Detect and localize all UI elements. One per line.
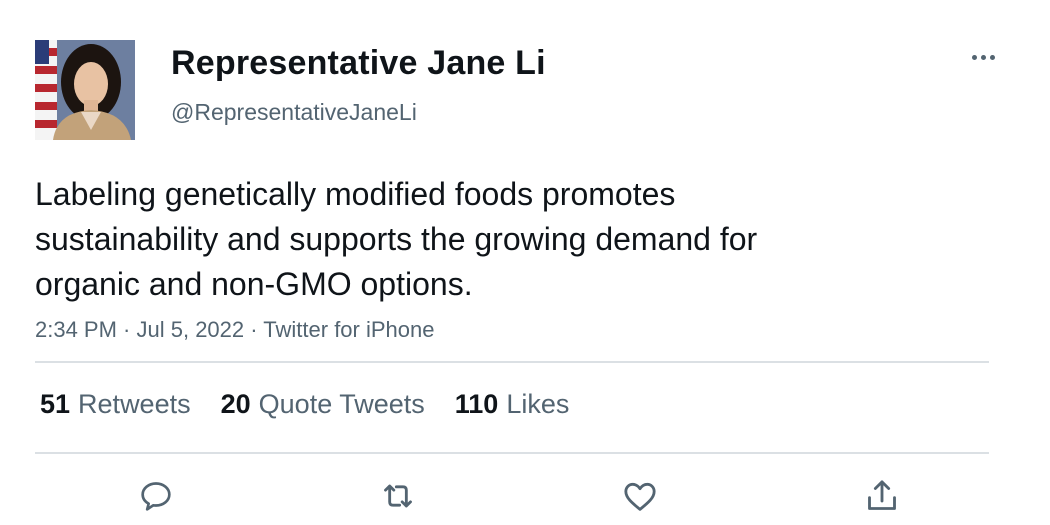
- tweet-card: Representative Jane Li @RepresentativeJa…: [0, 0, 1050, 525]
- retweet-button[interactable]: [378, 476, 418, 516]
- engagement-stats: 51 Retweets 20 Quote Tweets 110 Likes: [40, 389, 569, 420]
- like-button[interactable]: [620, 476, 660, 516]
- likes-stat[interactable]: 110 Likes: [455, 389, 570, 420]
- quote-tweets-count: 20: [220, 389, 251, 419]
- reply-button[interactable]: [136, 476, 176, 516]
- heart-icon: [624, 482, 656, 511]
- tweet-text-line: Labeling genetically modified foods prom…: [35, 176, 676, 212]
- profile-photo: [35, 40, 135, 140]
- meta-separator: ·: [244, 317, 264, 342]
- quote-tweets-stat[interactable]: 20 Quote Tweets: [221, 389, 425, 420]
- tweet-source[interactable]: Twitter for iPhone: [263, 317, 434, 342]
- tweet-text: Labeling genetically modified foods prom…: [35, 172, 935, 307]
- retweets-count: 51: [40, 389, 71, 419]
- dot: [990, 54, 995, 60]
- meta-separator: ·: [116, 317, 137, 342]
- likes-label: Likes: [506, 389, 570, 419]
- avatar[interactable]: [35, 40, 135, 140]
- divider: [35, 452, 989, 454]
- retweet-icon: [384, 484, 412, 508]
- display-name[interactable]: Representative Jane Li: [171, 44, 546, 83]
- retweets-stat[interactable]: 51 Retweets: [40, 389, 191, 420]
- retweets-label: Retweets: [78, 389, 191, 419]
- tweet-text-line: organic and non-GMO options.: [35, 266, 473, 302]
- dot: [972, 54, 977, 60]
- tweet-time[interactable]: 2:34 PM: [35, 317, 117, 342]
- more-horizontal-icon[interactable]: [972, 50, 1004, 64]
- tweet-text-line: sustainability and supports the growing …: [35, 221, 758, 257]
- share-button[interactable]: [862, 476, 902, 516]
- user-handle[interactable]: @RepresentativeJaneLi: [171, 99, 417, 126]
- dot: [981, 54, 986, 60]
- reply-icon: [141, 482, 171, 511]
- share-icon: [868, 480, 896, 510]
- likes-count: 110: [454, 389, 499, 419]
- divider: [35, 361, 989, 363]
- tweet-metadata: 2:34 PM · Jul 5, 2022 · Twitter for iPho…: [35, 317, 434, 343]
- tweet-date[interactable]: Jul 5, 2022: [137, 317, 245, 342]
- quote-tweets-label: Quote Tweets: [258, 389, 425, 419]
